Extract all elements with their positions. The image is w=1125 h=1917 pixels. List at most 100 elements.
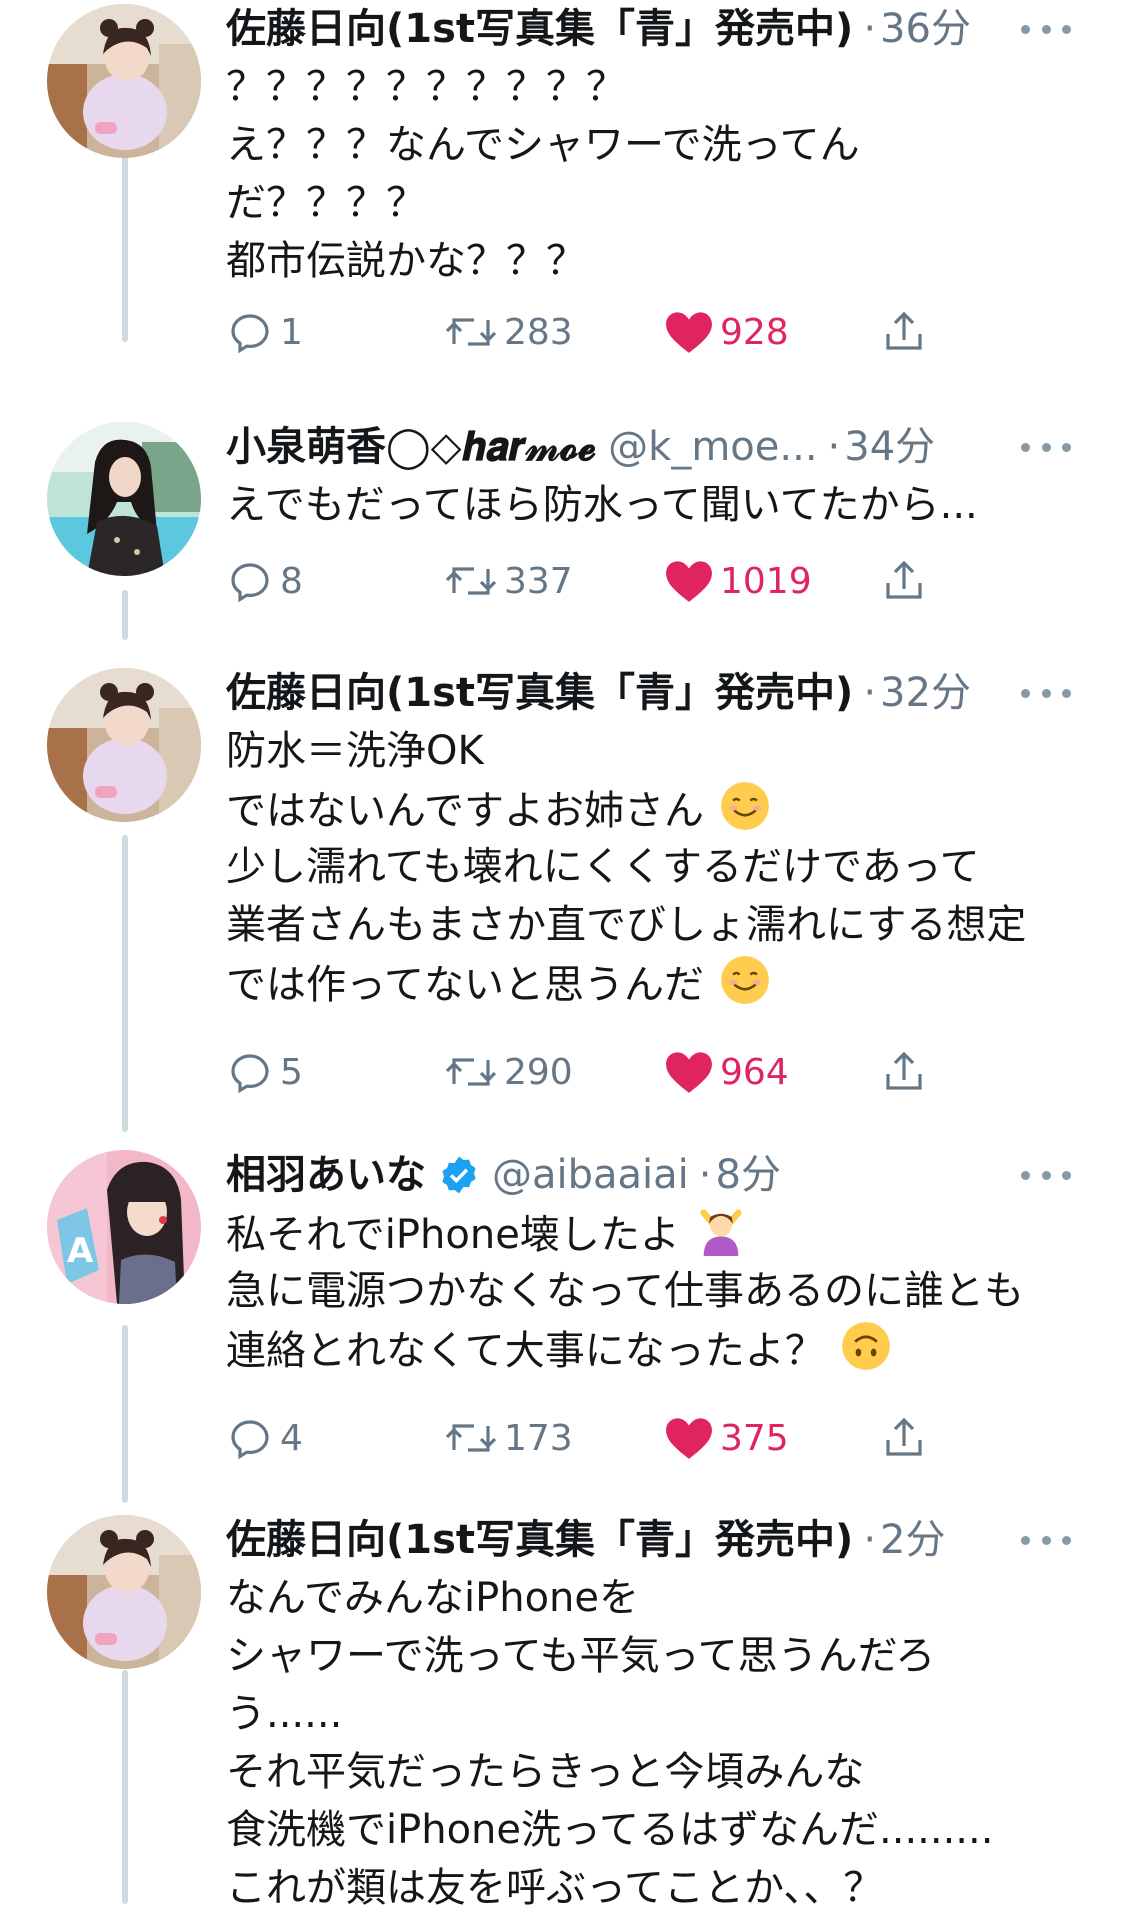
reply-button[interactable]: 1 <box>226 302 303 362</box>
tweet-line: ではないんですよお姉さん <box>226 788 704 834</box>
reply-icon <box>231 1420 269 1460</box>
like-button[interactable]: 928 <box>664 302 789 362</box>
reply-icon <box>231 563 269 603</box>
reply-count: 4 <box>280 1417 303 1459</box>
share-button[interactable] <box>880 551 928 611</box>
display-name[interactable]: 佐藤日向(1st写真集「青」発売中) <box>226 0 853 58</box>
tweet-header: 小泉萌香◯◇𝒉𝒂𝒓𝓂𝓸𝓮 @k_moe... · 34分 <box>226 418 1065 476</box>
display-name[interactable]: 佐藤日向(1st写真集「青」発売中) <box>226 1511 853 1569</box>
separator-dot: · <box>863 6 877 52</box>
avatar[interactable] <box>47 4 201 158</box>
svg-text:A: A <box>67 1231 94 1271</box>
retweet-count: 283 <box>504 311 573 353</box>
avatar-photo: A <box>47 1150 201 1304</box>
retweet-button[interactable]: 283 <box>444 302 573 362</box>
timestamp[interactable]: 36分 <box>880 0 971 58</box>
retweet-button[interactable]: 337 <box>444 551 573 611</box>
tweet[interactable]: 佐藤日向(1st写真集「青」発売中) · 36分 ？？？？？？？？？？ え？？？… <box>0 0 1125 380</box>
tweet[interactable]: 佐藤日向(1st写真集「青」発売中) · 32分 防水＝洗浄OK ではないんです… <box>0 664 1125 1104</box>
more-icon[interactable] <box>1021 1146 1071 1204</box>
share-icon <box>886 311 922 350</box>
tweet[interactable]: A 相羽あいな @aibaaiai · 8分 私それでiPhone壊したよ 急に… <box>0 1146 1125 1486</box>
reply-count: 1 <box>280 311 303 353</box>
retweet-button[interactable]: 290 <box>444 1042 573 1102</box>
tweet-line-with-emoji: では作ってないと思うんだ <box>226 954 1095 1012</box>
like-button[interactable]: 1019 <box>664 551 812 611</box>
tweet-text: えでもだってほら防水って聞いてたから... <box>226 476 1095 534</box>
like-count: 928 <box>720 311 789 353</box>
like-button[interactable]: 375 <box>664 1408 789 1468</box>
user-handle[interactable]: @aibaaiai <box>492 1146 689 1204</box>
more-icon[interactable] <box>1021 664 1071 722</box>
reply-button[interactable]: 8 <box>226 551 303 611</box>
share-icon <box>886 1051 922 1090</box>
tweet-line: 少し濡れても壊れにくくするだけであって <box>226 844 980 890</box>
avatar-photo <box>47 668 201 822</box>
avatar-photo <box>47 422 201 576</box>
avatar-photo <box>47 1515 201 1669</box>
tweet-header: 佐藤日向(1st写真集「青」発売中) · 2分 <box>226 1511 1065 1569</box>
reply-count: 5 <box>280 1051 303 1093</box>
retweet-icon <box>445 567 497 595</box>
tweet-text: 防水＝洗浄OK ではないんですよお姉さん 少し濡れても壊れにくくするだけであって… <box>226 722 1095 1012</box>
tweet-header: 相羽あいな @aibaaiai · 8分 <box>226 1146 1065 1204</box>
like-icon <box>666 1052 712 1093</box>
share-icon <box>886 1417 922 1456</box>
avatar[interactable]: A <box>47 1150 201 1304</box>
like-icon <box>666 1418 712 1459</box>
like-count: 375 <box>720 1417 789 1459</box>
avatar[interactable] <box>47 1515 201 1669</box>
reply-button[interactable]: 5 <box>226 1042 303 1102</box>
timestamp[interactable]: 2分 <box>880 1511 945 1569</box>
more-icon[interactable] <box>1021 0 1071 58</box>
display-name[interactable]: 小泉萌香◯◇𝒉𝒂𝒓𝓂𝓸𝓮 <box>226 418 596 476</box>
tweet-line: う...... <box>226 1691 343 1737</box>
tweet[interactable]: 小泉萌香◯◇𝒉𝒂𝒓𝓂𝓸𝓮 @k_moe... · 34分 えでもだってほら防水っ… <box>0 418 1125 618</box>
tweet-line: 食洗機でiPhone洗ってるはずなんだ......... <box>226 1807 994 1853</box>
more-icon[interactable] <box>1021 1511 1071 1569</box>
tweet-actions: 4 173 375 <box>226 1408 976 1468</box>
timestamp[interactable]: 34分 <box>844 418 935 476</box>
display-name[interactable]: 相羽あいな <box>226 1146 426 1204</box>
share-icon <box>886 560 922 599</box>
tweet-line: なんでみんなiPhoneを <box>226 1575 640 1621</box>
reply-count: 8 <box>280 560 303 602</box>
tweet-line: では作ってないと思うんだ <box>226 962 704 1008</box>
retweet-count: 173 <box>504 1417 573 1459</box>
reply-button[interactable]: 4 <box>226 1408 303 1468</box>
tweet-header: 佐藤日向(1st写真集「青」発売中) · 32分 <box>226 664 1065 722</box>
retweet-button[interactable]: 173 <box>444 1408 573 1468</box>
separator-dot: · <box>827 424 841 470</box>
tweet[interactable]: 佐藤日向(1st写真集「青」発売中) · 2分 なんでみんなiPhoneを シャ… <box>0 1511 1125 1911</box>
like-icon <box>666 561 712 602</box>
retweet-icon <box>445 1058 497 1086</box>
share-button[interactable] <box>880 1042 928 1102</box>
like-count: 964 <box>720 1051 789 1093</box>
smiling-face-emoji <box>720 782 769 830</box>
tweet-line-with-emoji: ではないんですよお姉さん <box>226 780 1095 838</box>
avatar[interactable] <box>47 422 201 576</box>
tweet-line: 私それでiPhone壊したよ <box>226 1212 680 1258</box>
tweet-header: 佐藤日向(1st写真集「青」発売中) · 36分 <box>226 0 1065 58</box>
upside-down-face-emoji <box>841 1322 890 1370</box>
tweet-line-with-emoji: 連絡とれなくて大事になったよ？ <box>226 1320 1095 1378</box>
tweet-line: これが類は友を呼ぶってことか、、？ <box>226 1865 884 1911</box>
retweet-icon <box>445 318 497 346</box>
more-icon[interactable] <box>1021 418 1071 476</box>
share-button[interactable] <box>880 302 928 362</box>
avatar[interactable] <box>47 668 201 822</box>
tweet-text: なんでみんなiPhoneを シャワーで洗っても平気って思うんだろ う......… <box>226 1569 1095 1917</box>
retweet-count: 337 <box>504 560 573 602</box>
tweet-line-with-emoji: 私それでiPhone壊したよ <box>226 1204 1095 1262</box>
user-handle[interactable]: @k_moe... <box>608 418 817 476</box>
share-button[interactable] <box>880 1408 928 1468</box>
timestamp[interactable]: 8分 <box>716 1146 781 1204</box>
like-icon <box>666 312 712 353</box>
display-name[interactable]: 佐藤日向(1st写真集「青」発売中) <box>226 664 853 722</box>
tweet-actions: 8 337 1019 <box>226 551 976 611</box>
timestamp[interactable]: 32分 <box>880 664 971 722</box>
tweet-text: ？？？？？？？？？？ え？？？なんでシャワーで洗ってん だ？？？？ 都市伝説かな… <box>226 58 1095 290</box>
tweet-line: 都市伝説かな？？？ <box>226 238 586 284</box>
reply-icon <box>231 1054 269 1094</box>
like-button[interactable]: 964 <box>664 1042 789 1102</box>
